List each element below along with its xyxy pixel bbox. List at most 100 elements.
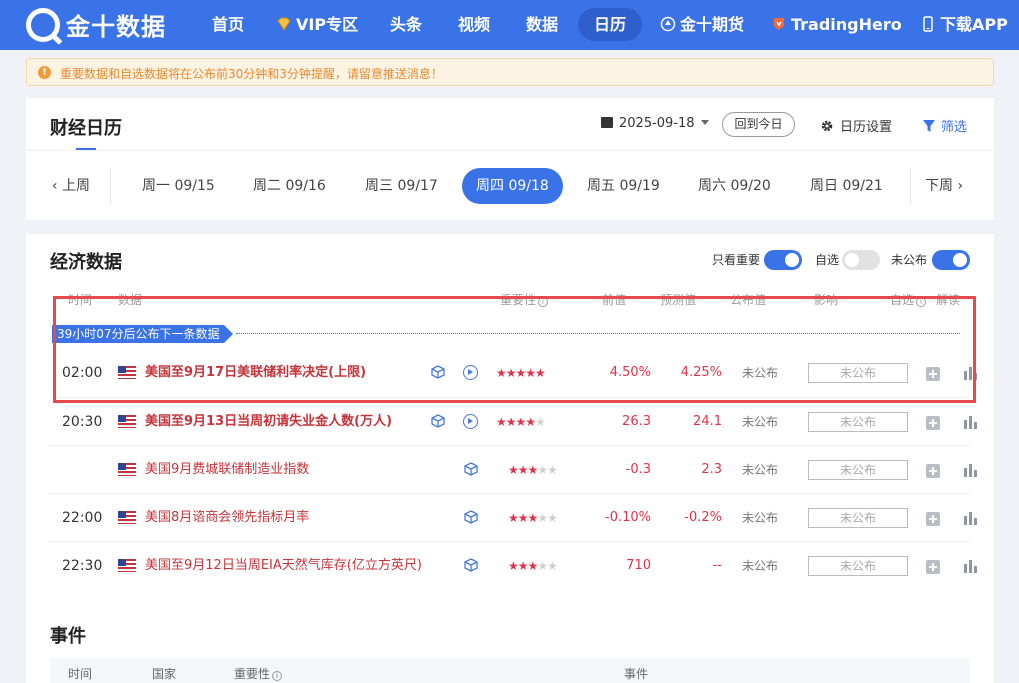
nav-item-home[interactable]: 首页 [212,0,244,50]
row-prev: 710 [626,558,651,573]
back-to-today-button[interactable]: 回到今日 [722,112,795,137]
nav-item-vip[interactable]: VIP专区 [276,0,358,50]
events-col-importance-label: 重要性 [234,667,271,681]
nav-item-video[interactable]: 视频 [458,0,490,50]
nav-item-download-app-label: 下载APP [940,15,1008,34]
row-forecast: -0.2% [684,510,722,525]
actual-input[interactable]: 未公布 [808,460,908,480]
bar-chart-icon[interactable] [964,512,978,525]
row-title[interactable]: 美国至9月12日当周EIA天然气库存(亿立方英尺) [145,542,422,590]
diamond-icon [277,17,291,31]
row-prev: -0.3 [625,462,651,477]
unreleased-toggle[interactable] [932,250,970,270]
row-actual: 未公布 [741,415,778,429]
nav-item-download-app[interactable]: 下载APP [920,0,1008,50]
actual-input[interactable]: 未公布 [808,412,908,432]
actual-input[interactable]: 未公布 [808,556,908,576]
table-row[interactable]: 20:30 美国至9月13日当周初请失业金人数(万人) ★★★★★ 26.3 2… [50,397,977,446]
divider [110,168,111,204]
chevron-down-icon [700,120,709,125]
play-icon[interactable] [463,414,478,429]
next-week-button[interactable]: 下周 › [925,168,963,204]
warning-icon: ! [38,66,51,79]
add-watch-icon[interactable] [926,416,940,430]
row-title[interactable]: 美国9月费城联储制造业指数 [145,446,309,494]
row-time: 22:30 [62,558,103,574]
nav-item-tradinghero[interactable]: TradingHero [771,0,902,50]
watchlist-toggle[interactable] [842,250,880,270]
row-prev: 26.3 [622,414,651,429]
day-tab-sat[interactable]: 周六 09/20 [698,168,771,204]
toggle-knob [785,253,799,267]
us-flag-icon [118,415,136,428]
us-flag-icon [118,559,136,572]
nav-item-futures-label: 金十期货 [680,15,745,34]
actual-input[interactable]: 未公布 [808,508,908,528]
importance-stars: ★★★★★ [508,511,558,525]
add-watch-icon[interactable] [926,464,940,478]
events-col-importance: 重要性 i [234,665,283,682]
events-col-event: 事件 [624,667,649,681]
divider [26,150,994,151]
cube-icon[interactable] [464,462,478,476]
nav-item-headlines[interactable]: 头条 [390,0,422,50]
page-title: 财经日历 [50,118,122,139]
nav-item-data[interactable]: 数据 [526,0,558,50]
importance-stars: ★★★★★ [508,463,558,477]
tradinghero-icon [774,18,784,30]
toggle-label-important: 只看重要 [712,253,761,267]
filter-button[interactable]: 筛选 [923,116,967,135]
bar-chart-icon[interactable] [964,416,978,429]
next-week-label: 下周 [925,178,953,194]
bar-chart-icon[interactable] [964,560,978,573]
day-tab-thu[interactable]: 周四 09/18 [462,168,563,204]
cube-icon[interactable] [464,510,478,524]
date-value: 2025-09-18 [619,116,695,131]
calendar-settings-label: 日历设置 [840,120,893,135]
toggle-label-watchlist: 自选 [815,253,840,267]
day-tab-tue[interactable]: 周二 09/16 [253,168,326,204]
add-watch-icon[interactable] [926,560,940,574]
cube-icon[interactable] [464,558,478,572]
date-picker[interactable]: 2025-09-18 [601,116,709,131]
important-only-toggle[interactable] [764,250,802,270]
row-actual: 未公布 [741,511,778,525]
calendar-settings-button[interactable]: 日历设置 [820,116,892,135]
logo[interactable]: 金十数据 [26,7,166,42]
toggle-knob [845,253,859,267]
gear-icon [821,120,833,132]
notice-bar: ! 重要数据和自选数据将在公布前30分钟和3分钟提醒，请留意推送消息！ [26,58,994,86]
table-row[interactable]: 22:00 美国8月谘商会领先指标月率 ★★★★★ -0.10% -0.2% 未… [50,493,977,542]
importance-stars: ★★★★★ [496,415,546,429]
day-tab-wed[interactable]: 周三 09/17 [365,168,438,204]
nav-item-calendar[interactable]: 日历 [578,8,643,41]
add-watch-icon[interactable] [926,512,940,526]
day-tab-mon[interactable]: 周一 09/15 [142,168,215,204]
filter-icon [923,120,935,132]
chevron-right-icon: › [953,178,964,194]
bar-chart-icon[interactable] [964,464,978,477]
cube-icon[interactable] [431,414,445,428]
row-forecast: 2.3 [701,462,722,477]
events-title: 事件 [50,626,86,647]
prev-week-label: 上周 [62,178,91,194]
table-row[interactable]: 22:30 美国至9月12日当周EIA天然气库存(亿立方英尺) ★★★★★ 71… [50,541,977,590]
importance-stars: ★★★★★ [508,559,558,573]
row-title[interactable]: 美国8月谘商会领先指标月率 [145,494,309,542]
info-icon[interactable]: i [272,671,283,681]
nav-item-tradinghero-label: TradingHero [791,15,902,34]
events-table-header: 时间 国家 重要性 i 事件 [50,658,970,683]
toggle-knob [953,253,967,267]
prev-week-button[interactable]: ‹ 上周 [52,168,90,204]
futures-icon [660,16,676,32]
logo-icon [26,7,60,42]
row-forecast: -- [712,558,722,573]
day-tab-fri[interactable]: 周五 09/19 [587,168,660,204]
row-title[interactable]: 美国至9月13日当周初请失业金人数(万人) [145,398,392,446]
table-row[interactable]: 美国9月费城联储制造业指数 ★★★★★ -0.3 2.3 未公布 未公布 [50,445,977,494]
phone-icon [923,16,933,32]
top-nav: 金十数据 首页 VIP专区 头条 视频 数据 日历 金十期货 TradingHe… [0,0,1019,50]
row-prev: -0.10% [605,510,651,525]
nav-item-futures[interactable]: 金十期货 [660,0,744,50]
day-tab-sun[interactable]: 周日 09/21 [810,168,883,204]
